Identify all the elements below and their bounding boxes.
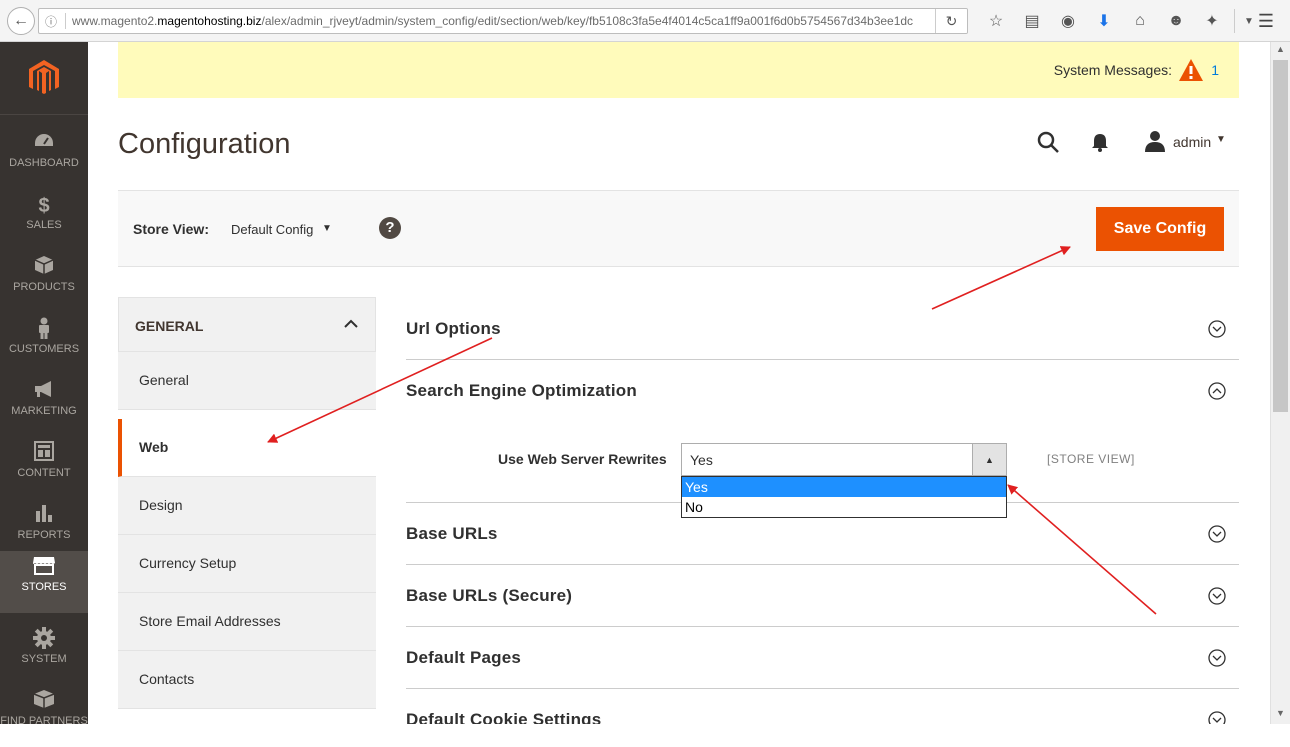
- select-options-list: Yes No: [681, 476, 1007, 518]
- nav-item-find-partners[interactable]: Find Partners: [0, 685, 88, 747]
- extension-icon[interactable]: ✦: [1194, 9, 1230, 33]
- use-web-server-rewrites-label: Use Web Server Rewrites: [498, 451, 667, 467]
- store-switcher-bar: Store View: Default Config ▼ ?: [118, 190, 1239, 267]
- expand-icon[interactable]: [1208, 587, 1226, 605]
- store-view-dropdown[interactable]: Default Config: [231, 222, 313, 237]
- expand-icon[interactable]: [1208, 711, 1226, 724]
- hamburger-menu-icon[interactable]: ☰: [1254, 9, 1278, 33]
- scroll-down-icon[interactable]: ▼: [1271, 708, 1290, 722]
- info-icon[interactable]: ⓘ: [45, 13, 57, 30]
- user-caret-icon[interactable]: ▼: [1216, 134, 1226, 145]
- store-icon: [0, 551, 88, 577]
- tab-store-email-addresses[interactable]: Store Email Addresses: [118, 593, 376, 651]
- bookmark-star-icon[interactable]: ☆: [978, 9, 1014, 33]
- store-view-label: Store View:: [133, 221, 209, 237]
- nav-item-content[interactable]: Content: [0, 437, 88, 499]
- section-url-options[interactable]: Url Options: [406, 298, 1239, 360]
- tab-contacts[interactable]: Contacts: [118, 651, 376, 709]
- gear-icon: [0, 623, 88, 649]
- tab-web[interactable]: Web: [118, 419, 376, 477]
- section-title: Default Pages: [406, 648, 522, 667]
- url-prefix: www.magento2.: [72, 14, 158, 28]
- tab-group-general[interactable]: General: [118, 297, 376, 352]
- emoji-icon[interactable]: ☻: [1158, 9, 1194, 33]
- nav-item-dashboard[interactable]: Dashboard: [0, 127, 88, 189]
- section-default-cookie-settings[interactable]: Default Cookie Settings: [406, 689, 1239, 724]
- page-title: Configuration: [118, 128, 291, 160]
- reload-icon[interactable]: ↻: [935, 9, 967, 33]
- section-title: Default Cookie Settings: [406, 710, 602, 724]
- tab-currency-setup[interactable]: Currency Setup: [118, 535, 376, 593]
- expand-icon[interactable]: [1208, 525, 1226, 543]
- section-title: Url Options: [406, 319, 501, 338]
- page-scrollbar[interactable]: ▲ ▼: [1270, 42, 1290, 724]
- nav-item-customers[interactable]: Customers: [0, 313, 88, 375]
- expand-icon[interactable]: [1208, 649, 1226, 667]
- scope-label: [STORE VIEW]: [1047, 452, 1135, 466]
- blocks-icon: [0, 685, 88, 711]
- scroll-thumb[interactable]: [1273, 60, 1288, 412]
- home-icon[interactable]: ⌂: [1122, 9, 1158, 33]
- address-bar[interactable]: ⓘ www.magento2. magentohosting.biz/alex/a…: [38, 8, 968, 34]
- nav-item-system[interactable]: System: [0, 623, 88, 685]
- section-base-urls-secure[interactable]: Base URLs (Secure): [406, 565, 1239, 627]
- pocket-icon[interactable]: ◉: [1050, 9, 1086, 33]
- scroll-up-icon[interactable]: ▲: [1271, 44, 1290, 58]
- person-icon: [0, 313, 88, 339]
- select-value: Yes: [690, 452, 713, 468]
- nav-item-sales[interactable]: $ Sales: [0, 189, 88, 251]
- megaphone-icon: [0, 375, 88, 401]
- reading-list-icon[interactable]: ▤: [1014, 9, 1050, 33]
- tab-general[interactable]: General: [118, 352, 376, 410]
- store-view-caret-icon[interactable]: ▼: [322, 223, 332, 234]
- user-menu-name[interactable]: admin: [1173, 134, 1211, 150]
- save-config-button[interactable]: Save Config: [1096, 207, 1224, 251]
- warning-icon[interactable]: [1178, 58, 1204, 82]
- collapse-icon[interactable]: [1208, 382, 1226, 400]
- help-icon[interactable]: ?: [379, 217, 401, 239]
- back-arrow-icon[interactable]: ←: [7, 7, 35, 35]
- nav-item-products[interactable]: Products: [0, 251, 88, 313]
- search-icon[interactable]: [1036, 130, 1060, 154]
- nav-item-marketing[interactable]: Marketing: [0, 375, 88, 437]
- expand-icon[interactable]: [1208, 320, 1226, 338]
- select-arrow-up-icon[interactable]: ▲: [972, 444, 1006, 475]
- option-no[interactable]: No: [682, 497, 1006, 517]
- system-messages-count[interactable]: 1: [1211, 62, 1219, 78]
- magento-logo[interactable]: [0, 42, 88, 114]
- user-icon[interactable]: [1143, 130, 1167, 152]
- section-default-pages[interactable]: Default Pages: [406, 627, 1239, 689]
- dollar-icon: $: [38, 195, 50, 217]
- download-icon[interactable]: ⬇: [1086, 9, 1122, 33]
- tab-design[interactable]: Design: [118, 477, 376, 535]
- section-title: Search Engine Optimization: [406, 381, 637, 400]
- system-messages-label: System Messages:: [1053, 62, 1172, 78]
- bar-chart-icon: [0, 499, 88, 525]
- system-messages-bar: System Messages: 1: [118, 42, 1239, 98]
- notification-bell-icon[interactable]: [1089, 131, 1111, 153]
- tab-group-title: General: [135, 318, 204, 334]
- section-title: Base URLs: [406, 524, 498, 543]
- magento-logo-icon: [29, 60, 59, 94]
- url-path: /alex/admin_rjveyt/admin/system_config/e…: [261, 14, 914, 28]
- admin-menu: Dashboard $ Sales Products Customers Mar…: [0, 42, 88, 727]
- option-yes[interactable]: Yes: [682, 477, 1006, 497]
- layout-icon: [0, 437, 88, 463]
- section-title: Base URLs (Secure): [406, 586, 573, 605]
- config-tabs: General General Web Design Currency Setu…: [118, 297, 376, 724]
- cube-icon: [0, 251, 88, 277]
- use-web-server-rewrites-select[interactable]: Yes ▲: [681, 443, 1007, 476]
- gauge-icon: [0, 127, 88, 153]
- browser-toolbar: ← ⓘ www.magento2. magentohosting.biz/alex…: [0, 0, 1290, 42]
- chevron-up-icon: [344, 319, 358, 328]
- url-domain: magentohosting.biz: [157, 14, 262, 28]
- nav-item-stores[interactable]: Stores: [0, 551, 88, 613]
